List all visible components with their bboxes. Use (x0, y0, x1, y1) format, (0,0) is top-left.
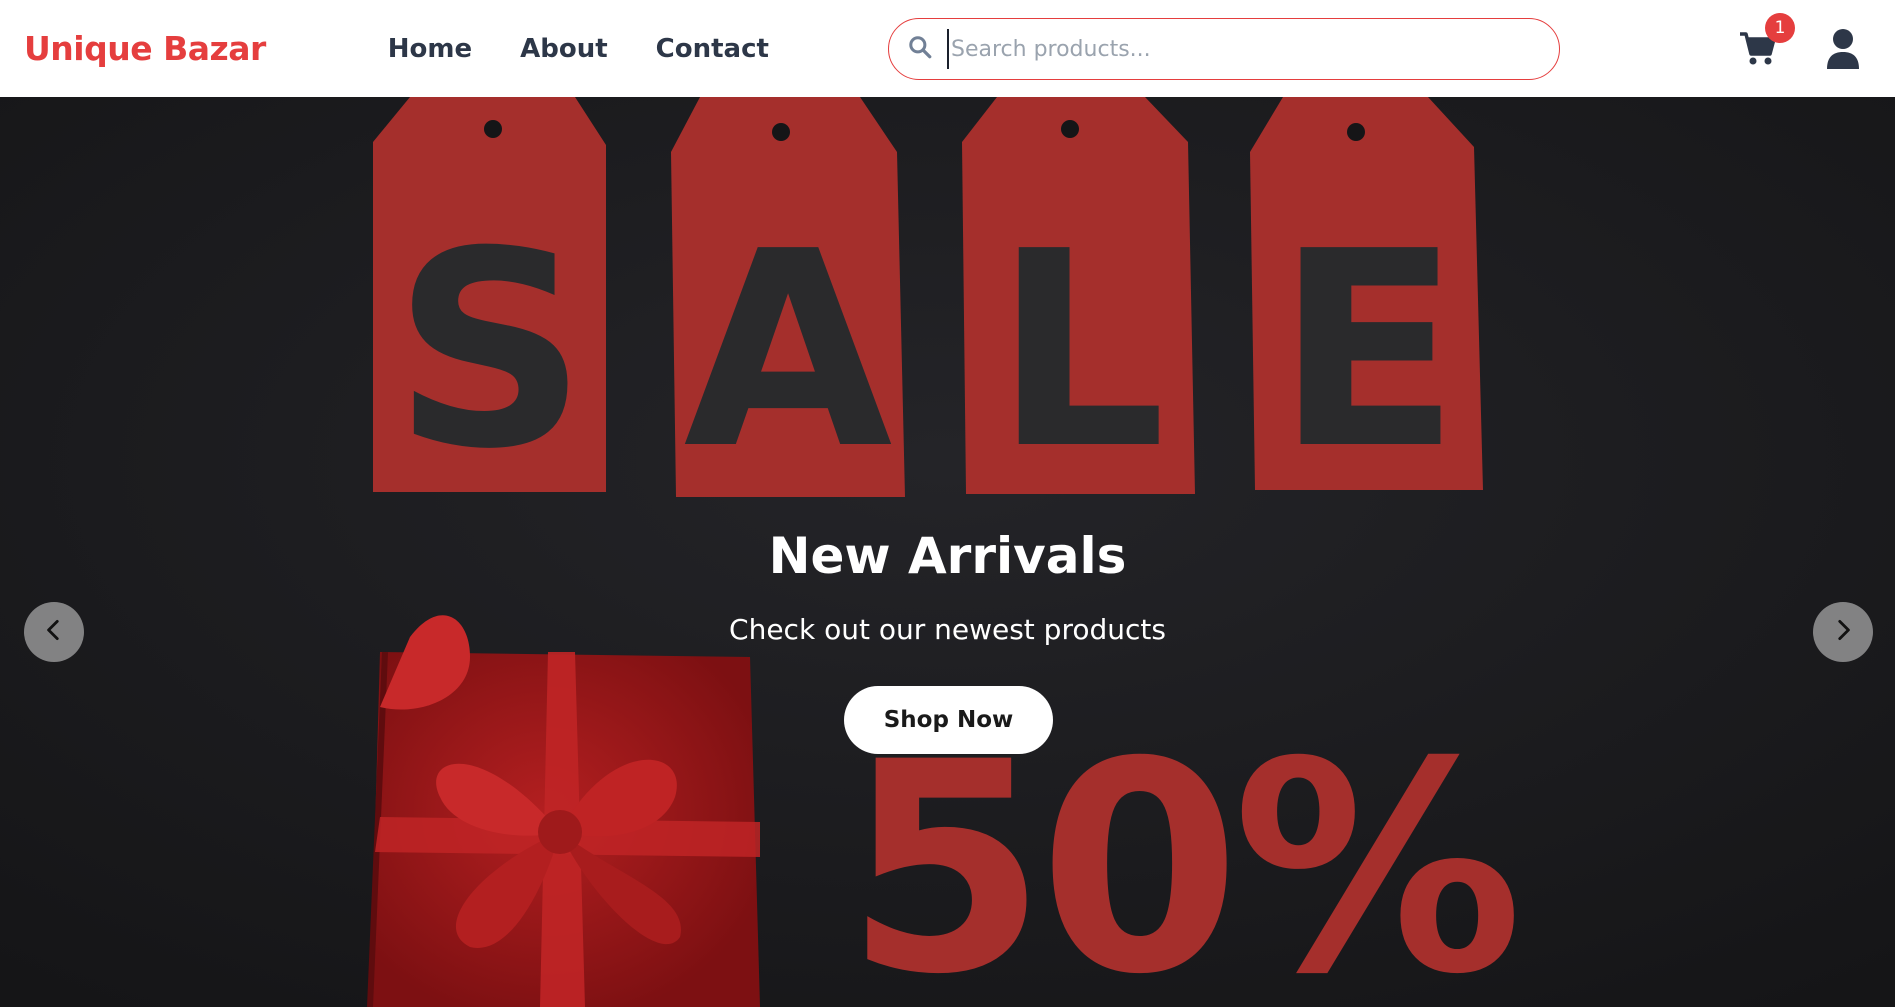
search-input[interactable] (947, 29, 1537, 69)
brand-logo[interactable]: Unique Bazar (24, 29, 266, 68)
user-icon[interactable] (1826, 28, 1860, 70)
slide-title: New Arrivals (768, 527, 1127, 585)
chevron-left-icon (41, 617, 67, 647)
nav-link-contact[interactable]: Contact (656, 34, 769, 64)
tag-letter-l: L (994, 193, 1166, 508)
tag-letter-a: A (684, 193, 895, 508)
nav-link-about[interactable]: About (520, 34, 608, 64)
search-icon[interactable] (907, 34, 933, 64)
gift-box-image (367, 615, 760, 1007)
cart-count-badge: 1 (1765, 13, 1795, 43)
search-bar[interactable] (888, 18, 1560, 80)
chevron-right-icon (1830, 617, 1856, 647)
tag-letter-s: S (393, 193, 587, 508)
tag-letter-e: E (1276, 193, 1460, 508)
top-navbar: Unique Bazar Home About Contact 1 (0, 0, 1895, 97)
shop-now-button[interactable]: Shop Now (844, 686, 1053, 754)
carousel-next-button[interactable] (1813, 602, 1873, 662)
hero-carousel: S A L E 50% New Arrivals Check out our n… (0, 97, 1895, 1007)
slide-subtitle: Check out our newest products (729, 613, 1166, 646)
carousel-prev-button[interactable] (24, 602, 84, 662)
main-nav: Home About Contact (388, 34, 769, 64)
nav-link-home[interactable]: Home (388, 34, 472, 64)
